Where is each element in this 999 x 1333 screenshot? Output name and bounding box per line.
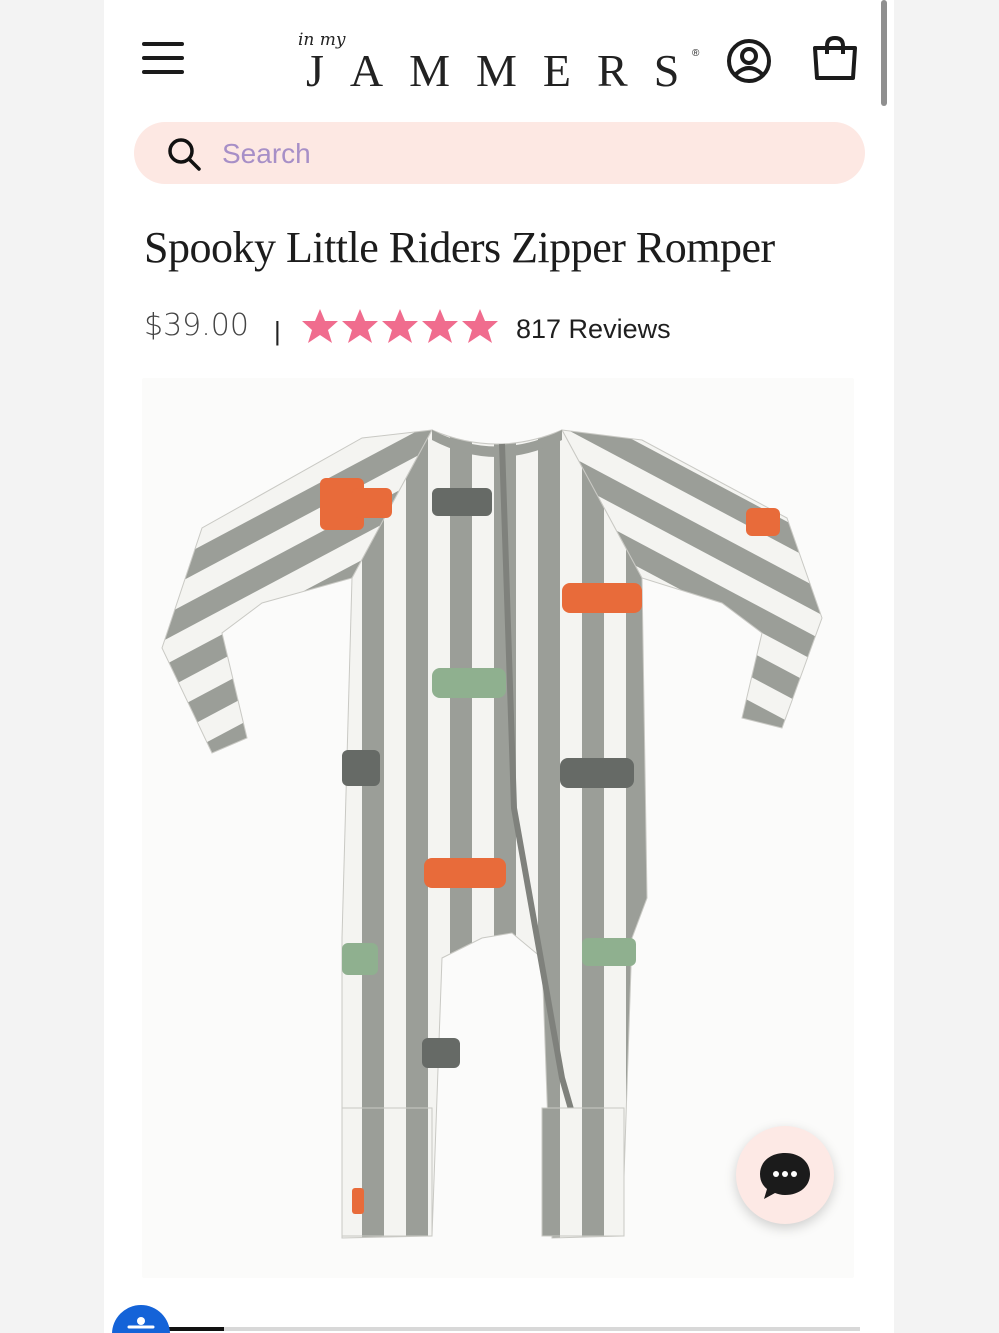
accessibility-icon (127, 1317, 155, 1329)
product-title: Spooky Little Riders Zipper Romper (144, 223, 775, 272)
right-margin (894, 0, 999, 1333)
shopping-bag-icon (813, 35, 857, 80)
accessibility-button[interactable] (112, 1305, 170, 1333)
menu-button[interactable] (142, 40, 186, 76)
star-icon (342, 309, 378, 343)
site-logo[interactable]: in my JAMMERS ® (294, 28, 714, 98)
star-icon (382, 309, 418, 343)
user-circle-icon (727, 39, 771, 83)
menu-line-middle (142, 56, 184, 60)
search-input[interactable] (220, 132, 824, 176)
search-bar[interactable] (134, 122, 865, 184)
product-page: in my JAMMERS ® Spooky Little Riders Zip… (104, 0, 894, 1333)
menu-line-bottom (142, 70, 184, 74)
left-margin (0, 0, 104, 1333)
image-progress-indicator (164, 1327, 224, 1331)
reviews-link[interactable]: 817 Reviews (516, 314, 671, 345)
price-divider: | (274, 316, 281, 346)
cart-button[interactable] (810, 34, 860, 84)
rating-stars[interactable] (300, 306, 500, 346)
logo-registered-mark: ® (692, 48, 700, 59)
logo-wordmark: JAMMERS (306, 45, 706, 96)
chat-button[interactable] (736, 1126, 834, 1224)
image-progress-track (224, 1327, 860, 1331)
star-icon (302, 309, 338, 343)
page-scrollbar[interactable] (881, 0, 887, 106)
hamburger-menu-icon (142, 42, 184, 46)
star-icon (422, 309, 458, 343)
product-price: $39.00 (144, 308, 249, 343)
chat-bubble-icon (760, 1153, 810, 1199)
account-button[interactable] (724, 36, 774, 86)
magnifier-icon (168, 138, 201, 171)
star-icon (462, 309, 498, 343)
